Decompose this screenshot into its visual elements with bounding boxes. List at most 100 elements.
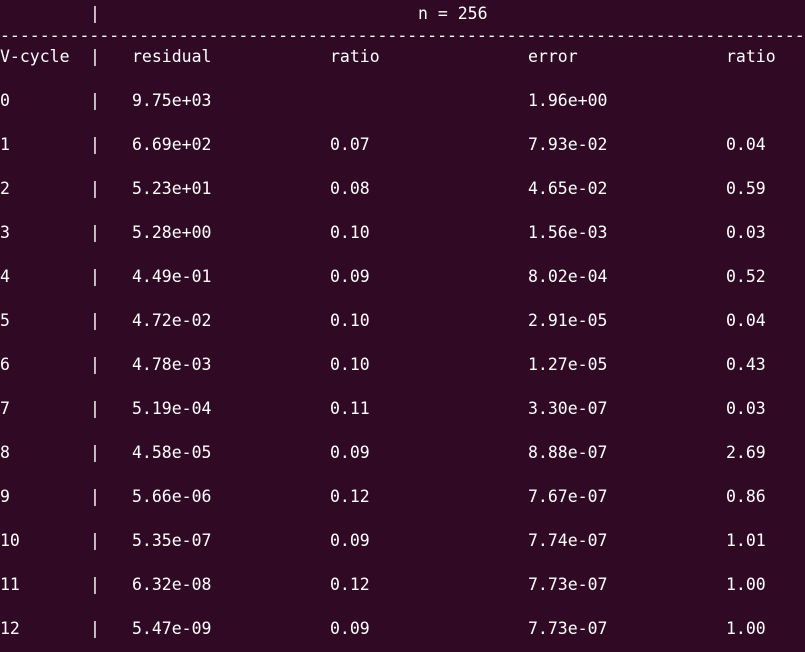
residual-ratio-cell: 0.09 bbox=[330, 443, 370, 462]
cycle-cell: 6 bbox=[0, 355, 10, 374]
error-ratio-cell: 0.03 bbox=[726, 223, 766, 242]
column-separator: | bbox=[90, 4, 100, 23]
residual-ratio-cell: 0.09 bbox=[330, 619, 370, 638]
column-separator: | bbox=[90, 179, 100, 198]
table-row: 3 | 5.28e+00 0.10 1.56e-03 0.03 bbox=[0, 222, 805, 244]
column-separator: | bbox=[90, 311, 100, 330]
cycle-cell: 11 bbox=[0, 575, 20, 594]
table-row: 10 | 5.35e-07 0.09 7.74e-07 1.01 bbox=[0, 530, 805, 552]
error-cell: 1.56e-03 bbox=[528, 223, 608, 242]
error-cell: 7.73e-07 bbox=[528, 619, 608, 638]
error-cell: 1.96e+00 bbox=[528, 91, 608, 110]
cycle-cell: 4 bbox=[0, 267, 10, 286]
error-ratio-cell: 0.43 bbox=[726, 355, 766, 374]
table-row: 4 | 4.49e-01 0.09 8.02e-04 0.52 bbox=[0, 266, 805, 288]
residual-ratio-cell: 0.10 bbox=[330, 355, 370, 374]
column-separator: | bbox=[90, 223, 100, 242]
error-cell: 8.02e-04 bbox=[528, 267, 608, 286]
table-row: 8 | 4.58e-05 0.09 8.88e-07 2.69 bbox=[0, 442, 805, 464]
residual-ratio-cell: 0.12 bbox=[330, 575, 370, 594]
table-title-row: | n = 256 bbox=[0, 3, 805, 25]
residual-cell: 5.35e-07 bbox=[132, 531, 212, 550]
residual-cell: 4.78e-03 bbox=[132, 355, 212, 374]
error-cell: 4.65e-02 bbox=[528, 179, 608, 198]
column-separator: | bbox=[90, 355, 100, 374]
cycle-cell: 2 bbox=[0, 179, 10, 198]
column-separator: | bbox=[90, 91, 100, 110]
table-row: 0 | 9.75e+03 1.96e+00 bbox=[0, 90, 805, 112]
column-separator: | bbox=[90, 443, 100, 462]
residual-cell: 5.66e-06 bbox=[132, 487, 212, 506]
error-cell: 8.88e-07 bbox=[528, 443, 608, 462]
cycle-cell: 8 bbox=[0, 443, 10, 462]
table-row: 11 | 6.32e-08 0.12 7.73e-07 1.00 bbox=[0, 574, 805, 596]
header-error-ratio: ratio bbox=[726, 47, 776, 66]
residual-cell: 6.69e+02 bbox=[132, 135, 212, 154]
error-ratio-cell: 0.52 bbox=[726, 267, 766, 286]
residual-cell: 4.58e-05 bbox=[132, 443, 212, 462]
header-residual: residual bbox=[132, 47, 212, 66]
cycle-cell: 12 bbox=[0, 619, 20, 638]
column-separator: | bbox=[90, 135, 100, 154]
terminal-window: | n = 256 ------------------------------… bbox=[0, 0, 805, 652]
residual-ratio-cell: 0.07 bbox=[330, 135, 370, 154]
residual-cell: 5.28e+00 bbox=[132, 223, 212, 242]
residual-ratio-cell: 0.09 bbox=[330, 531, 370, 550]
table-row: 7 | 5.19e-04 0.11 3.30e-07 0.03 bbox=[0, 398, 805, 420]
error-cell: 7.93e-02 bbox=[528, 135, 608, 154]
column-separator: | bbox=[90, 487, 100, 506]
residual-cell: 9.75e+03 bbox=[132, 91, 212, 110]
error-cell: 2.91e-05 bbox=[528, 311, 608, 330]
cycle-cell: 9 bbox=[0, 487, 10, 506]
column-separator: | bbox=[90, 575, 100, 594]
column-separator: | bbox=[90, 531, 100, 550]
residual-ratio-cell: 0.10 bbox=[330, 311, 370, 330]
error-ratio-cell: 2.69 bbox=[726, 443, 766, 462]
cycle-cell: 10 bbox=[0, 531, 20, 550]
column-separator: | bbox=[90, 267, 100, 286]
error-ratio-cell: 0.03 bbox=[726, 399, 766, 418]
residual-ratio-cell: 0.09 bbox=[330, 267, 370, 286]
error-cell: 1.27e-05 bbox=[528, 355, 608, 374]
cycle-cell: 0 bbox=[0, 91, 10, 110]
error-ratio-cell: 0.86 bbox=[726, 487, 766, 506]
table-title: n = 256 bbox=[418, 4, 488, 23]
cycle-cell: 1 bbox=[0, 135, 10, 154]
error-ratio-cell: 0.59 bbox=[726, 179, 766, 198]
residual-cell: 4.72e-02 bbox=[132, 311, 212, 330]
column-separator: | bbox=[90, 619, 100, 638]
table-row: 6 | 4.78e-03 0.10 1.27e-05 0.43 bbox=[0, 354, 805, 376]
error-ratio-cell: 1.00 bbox=[726, 575, 766, 594]
header-error: error bbox=[528, 47, 578, 66]
header-residual-ratio: ratio bbox=[330, 47, 380, 66]
residual-cell: 6.32e-08 bbox=[132, 575, 212, 594]
residual-cell: 5.23e+01 bbox=[132, 179, 212, 198]
table-row: 5 | 4.72e-02 0.10 2.91e-05 0.04 bbox=[0, 310, 805, 332]
residual-ratio-cell: 0.10 bbox=[330, 223, 370, 242]
divider-line: ----------------------------------------… bbox=[0, 26, 805, 45]
error-cell: 3.30e-07 bbox=[528, 399, 608, 418]
residual-cell: 5.19e-04 bbox=[132, 399, 212, 418]
column-separator: | bbox=[90, 399, 100, 418]
column-separator: | bbox=[90, 47, 100, 66]
error-ratio-cell: 0.04 bbox=[726, 135, 766, 154]
residual-ratio-cell: 0.11 bbox=[330, 399, 370, 418]
table-row: 9 | 5.66e-06 0.12 7.67e-07 0.86 bbox=[0, 486, 805, 508]
header-vcycle: V-cycle bbox=[0, 47, 70, 66]
table-header-row: V-cycle | residual ratio error ratio bbox=[0, 46, 805, 68]
error-cell: 7.67e-07 bbox=[528, 487, 608, 506]
cycle-cell: 7 bbox=[0, 399, 10, 418]
residual-cell: 5.47e-09 bbox=[132, 619, 212, 638]
error-ratio-cell: 1.00 bbox=[726, 619, 766, 638]
table-row: 2 | 5.23e+01 0.08 4.65e-02 0.59 bbox=[0, 178, 805, 200]
residual-cell: 4.49e-01 bbox=[132, 267, 212, 286]
residual-ratio-cell: 0.12 bbox=[330, 487, 370, 506]
error-ratio-cell: 1.01 bbox=[726, 531, 766, 550]
table-row: 1 | 6.69e+02 0.07 7.93e-02 0.04 bbox=[0, 134, 805, 156]
error-ratio-cell: 0.04 bbox=[726, 311, 766, 330]
error-cell: 7.73e-07 bbox=[528, 575, 608, 594]
cycle-cell: 5 bbox=[0, 311, 10, 330]
cycle-cell: 3 bbox=[0, 223, 10, 242]
table-row: 12 | 5.47e-09 0.09 7.73e-07 1.00 bbox=[0, 618, 805, 640]
error-cell: 7.74e-07 bbox=[528, 531, 608, 550]
